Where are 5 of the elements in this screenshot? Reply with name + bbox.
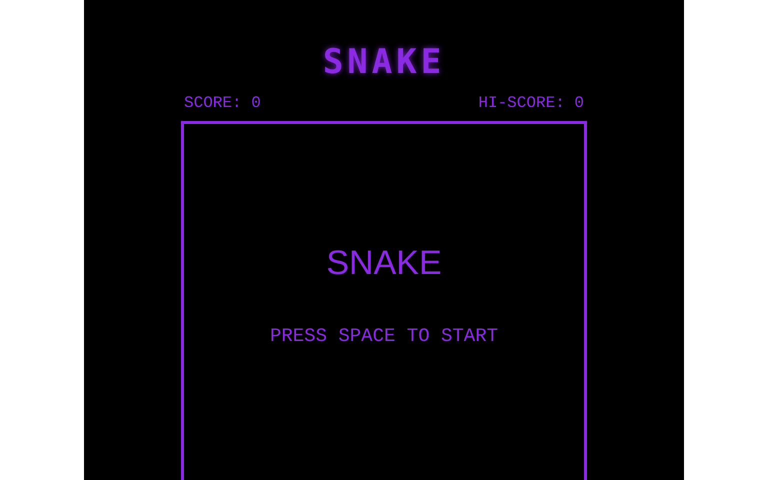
hi-score-label: HI-SCORE: 0 (478, 95, 584, 111)
start-prompt: PRESS SPACE TO START (270, 327, 498, 346)
game-title: SNAKE (322, 45, 446, 79)
score-label: SCORE: 0 (184, 95, 261, 111)
board-title: SNAKE (326, 246, 442, 280)
